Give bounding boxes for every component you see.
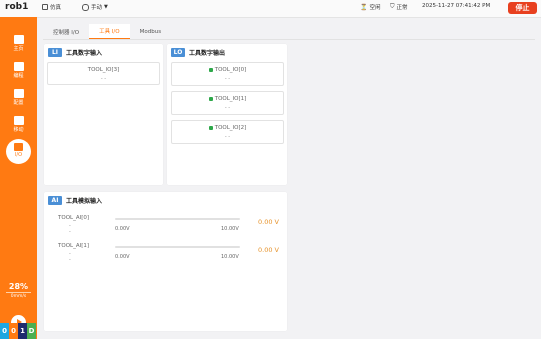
- chevron-down-icon: ▼: [104, 4, 108, 10]
- panel-title: 工具数字输入: [66, 50, 103, 57]
- panel-header: LO 工具数字输出: [171, 48, 225, 57]
- tab-controller-io[interactable]: 控制器 I/O: [43, 24, 89, 40]
- io-strip-cell: 0: [0, 323, 9, 339]
- idle-icon: ⏳: [360, 3, 368, 11]
- io-label: TOOL_IO[2]: [214, 125, 247, 131]
- io-status-strip: 0 0 1 D: [0, 323, 36, 339]
- datetime-text: 2025-11-27 07:41:42 PM: [422, 3, 491, 9]
- sidebar-item-program[interactable]: 编程: [0, 60, 37, 82]
- io-label: TOOL_IO[1]: [214, 96, 247, 102]
- analog-reading: 0.00 V: [258, 218, 279, 226]
- speed-percent: 28%: [8, 282, 29, 291]
- output-led-icon: [208, 126, 213, 130]
- idle-indicator: ⏳ 空闲: [360, 3, 381, 12]
- robot-name: rob1: [5, 2, 29, 12]
- idle-label: 空闲: [369, 5, 381, 11]
- mode-dropdown[interactable]: 手动 ▼: [82, 3, 108, 11]
- sidebar-item-label: 移动: [13, 127, 24, 133]
- io-value: - -: [224, 134, 231, 140]
- range-min: 0.00V: [115, 226, 130, 232]
- sidebar-item-config[interactable]: 配置: [0, 87, 37, 109]
- panel-badge: LI: [48, 48, 62, 57]
- datetime: 2025-11-27 07:41:42 PM: [422, 3, 490, 9]
- analog-level-bar: [115, 246, 240, 248]
- tab-modbus[interactable]: Modbus: [130, 24, 171, 40]
- panel-badge: LO: [171, 48, 185, 57]
- top-bar: rob1 仿真 手动 ▼ ⏳ 空闲 ⛉ 正常 2025-11-27 07:41:…: [0, 0, 541, 18]
- panel-title: 工具模拟输入: [66, 198, 103, 205]
- sidebar-item-move[interactable]: 移动: [0, 114, 37, 136]
- panel-badge: AI: [48, 196, 62, 205]
- io-value: - -: [69, 251, 71, 263]
- status-label: 正常: [396, 5, 408, 11]
- io-label: TOOL_IO[3]: [87, 67, 120, 73]
- speed-unit: 0mm/s: [6, 292, 31, 299]
- move-icon: [13, 116, 24, 125]
- io-value: - -: [100, 76, 107, 82]
- panel-title: 工具数字输出: [189, 50, 226, 57]
- digital-output-cell[interactable]: TOOL_IO[1] - -: [171, 91, 284, 115]
- tab-divider: [43, 39, 535, 40]
- sidebar-item-io[interactable]: I/O: [6, 139, 31, 164]
- sidebar-item-home[interactable]: 主页: [0, 33, 37, 55]
- panel-header: AI 工具模拟输入: [48, 196, 102, 205]
- io-tabs: 控制器 I/O 工具 I/O Modbus: [43, 24, 171, 40]
- home-icon: [13, 35, 24, 44]
- analog-reading: 0.00 V: [258, 246, 279, 254]
- code-icon: [13, 62, 24, 71]
- analog-level-bar: [115, 218, 240, 220]
- settings-icon: [13, 89, 24, 98]
- io-label: TOOL_AI[0]: [58, 215, 90, 221]
- range-max: 10.00V: [221, 254, 239, 260]
- output-led-icon: [208, 97, 213, 101]
- digital-output-cell[interactable]: TOOL_IO[0] - -: [171, 62, 284, 86]
- panel-header: LI 工具数字输入: [48, 48, 102, 57]
- sidebar-item-label: 配置: [13, 100, 24, 106]
- io-value: - -: [224, 76, 231, 82]
- simulation-icon: [42, 4, 48, 10]
- sidebar-item-label: 主页: [13, 46, 24, 52]
- range-min: 0.00V: [115, 254, 130, 260]
- io-strip-cell: 0: [9, 323, 18, 339]
- io-label: TOOL_AI[1]: [58, 243, 90, 249]
- tool-digital-output-panel: LO 工具数字输出 TOOL_IO[0] - - TOOL_IO[1] - - …: [167, 44, 287, 185]
- mode-label: 手动: [91, 5, 103, 11]
- io-label: TOOL_IO[0]: [214, 67, 247, 73]
- tab-tool-io[interactable]: 工具 I/O: [89, 24, 130, 40]
- output-led-icon: [208, 68, 213, 72]
- digital-input-cell: TOOL_IO[3] - -: [47, 62, 160, 85]
- speed-indicator[interactable]: 28% 0mm/s: [0, 282, 37, 299]
- io-value: - -: [69, 223, 71, 235]
- shield-icon: ⛉: [390, 3, 395, 10]
- io-strip-cell: 1: [18, 323, 27, 339]
- io-icon: [14, 143, 23, 151]
- digital-output-cell[interactable]: TOOL_IO[2] - -: [171, 120, 284, 144]
- status-indicator: ⛉ 正常: [390, 3, 408, 11]
- tool-digital-input-panel: LI 工具数字输入 TOOL_IO[3] - -: [44, 44, 163, 185]
- range-max: 10.00V: [221, 226, 239, 232]
- sidebar: 主页 编程 配置 移动 I/O 28% 0mm/s: [0, 17, 37, 339]
- sidebar-item-label: I/O: [14, 152, 23, 158]
- stop-button[interactable]: 停止: [508, 2, 537, 14]
- io-value: - -: [224, 105, 231, 111]
- simulation-toggle[interactable]: 仿真: [42, 3, 61, 11]
- tool-analog-input-panel: AI 工具模拟输入: [44, 192, 287, 331]
- hand-icon: [82, 3, 89, 11]
- simulation-label: 仿真: [50, 5, 62, 11]
- io-strip-cell: D: [27, 323, 36, 339]
- sidebar-item-label: 编程: [13, 73, 24, 79]
